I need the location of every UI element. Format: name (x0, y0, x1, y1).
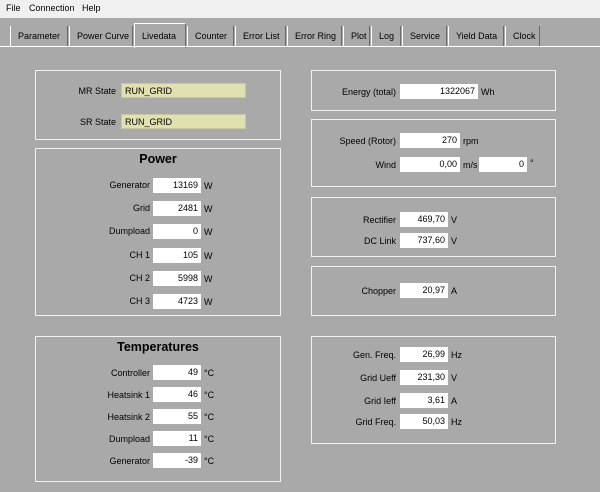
dumpload-power-label: Dumpload (108, 226, 150, 236)
grid-freq-unit: Hz (451, 417, 462, 427)
state-panel: MR State RUN_GRID SR State RUN_GRID (35, 70, 281, 140)
chopper-label: Chopper (361, 286, 396, 296)
tab-counter[interactable]: Counter (187, 26, 234, 46)
grid-ueff-label: Grid Ueff (360, 373, 396, 383)
grid-ueff-value: 231,30 (400, 370, 448, 385)
power-panel: Power Generator 13169 W Grid 2481 W Dump… (35, 148, 281, 316)
grid-power-label: Grid (132, 203, 150, 213)
ch1-power-value: 105 (153, 248, 201, 263)
ch3-power-label: CH 3 (129, 296, 150, 306)
dumpload-temp-value: 11 (153, 431, 201, 446)
controller-temp-value: 49 (153, 365, 201, 380)
generator-power-unit: W (204, 181, 213, 191)
menu-bar: File Connection Help (0, 0, 600, 19)
mr-state-field: RUN_GRID (121, 83, 246, 98)
tab-clock[interactable]: Clock (505, 26, 540, 46)
wind-value: 0,00 (400, 157, 460, 172)
heatsink1-temp-value: 46 (153, 387, 201, 402)
temperatures-panel: Temperatures Controller 49 °C Heatsink 1… (35, 336, 281, 482)
sr-state-label: SR State (79, 117, 116, 127)
controller-temp-label: Controller (110, 368, 150, 378)
ch3-power-unit: W (204, 297, 213, 307)
power-title: Power (139, 152, 177, 166)
tab-error-list[interactable]: Error List (235, 26, 286, 46)
dumpload-power-unit: W (204, 227, 213, 237)
grid-ueff-unit: V (451, 373, 458, 383)
gen-freq-label: Gen. Freq. (352, 350, 396, 360)
heatsink1-temp-label: Heatsink 1 (107, 390, 150, 400)
tab-bar: Parameter Power Curve Livedata Counter E… (0, 18, 600, 48)
gen-freq-unit: Hz (451, 350, 462, 360)
heatsink2-temp-value: 55 (153, 409, 201, 424)
ch2-power-unit: W (204, 274, 213, 284)
tab-service[interactable]: Service (402, 26, 447, 46)
generator-temp-value: -39 (153, 453, 201, 468)
speed-panel: Speed (Rotor) 270 rpm Wind 0,00 m/s 0 ° (311, 119, 556, 187)
grid-freq-value: 50,03 (400, 414, 448, 429)
menu-file[interactable]: File (6, 3, 21, 13)
tab-error-ring[interactable]: Error Ring (287, 26, 342, 46)
generator-temp-unit: °C (204, 456, 215, 466)
grid-ieff-label: Grid Ieff (364, 396, 396, 406)
ch1-power-unit: W (204, 251, 213, 261)
dc-link-value: 737,60 (400, 233, 448, 248)
tab-yield-data[interactable]: Yield Data (448, 26, 504, 46)
menu-help[interactable]: Help (82, 3, 101, 13)
rectifier-label: Rectifier (362, 215, 396, 225)
heatsink2-temp-label: Heatsink 2 (107, 412, 150, 422)
generator-power-value: 13169 (153, 178, 201, 193)
chopper-panel: Chopper 20,97 A (311, 266, 556, 316)
chopper-unit: A (451, 286, 458, 296)
grid-power-value: 2481 (153, 201, 201, 216)
grid-panel: Gen. Freq. 26,99 Hz Grid Ueff 231,30 V G… (311, 336, 556, 444)
wind-direction-unit: ° (530, 158, 534, 168)
ch3-power-value: 4723 (153, 294, 201, 309)
ch2-power-label: CH 2 (129, 273, 150, 283)
generator-power-label: Generator (109, 180, 150, 190)
energy-label: Energy (total) (341, 87, 396, 97)
tab-log[interactable]: Log (371, 26, 401, 46)
tab-parameter[interactable]: Parameter (10, 26, 68, 46)
grid-power-unit: W (204, 204, 213, 214)
energy-panel: Energy (total) 1322067 Wh (311, 70, 556, 111)
grid-freq-label: Grid Freq. (355, 417, 396, 427)
ch2-power-value: 5998 (153, 271, 201, 286)
mr-state-label: MR State (78, 86, 116, 96)
wind-direction-value: 0 (479, 157, 527, 172)
heatsink2-temp-unit: °C (204, 412, 215, 422)
dc-link-unit: V (451, 236, 458, 246)
tab-plot[interactable]: Plot (343, 26, 370, 46)
wind-label: Wind (375, 160, 396, 170)
rotor-speed-unit: rpm (463, 136, 479, 146)
rectifier-value: 469,70 (400, 212, 448, 227)
grid-ieff-value: 3,61 (400, 393, 448, 408)
heatsink1-temp-unit: °C (204, 390, 215, 400)
sr-state-field: RUN_GRID (121, 114, 246, 129)
menu-connection[interactable]: Connection (29, 3, 75, 13)
gen-freq-value: 26,99 (400, 347, 448, 362)
wind-unit: m/s (463, 160, 478, 170)
dumpload-temp-label: Dumpload (108, 434, 150, 444)
dc-panel: Rectifier 469,70 V DC Link 737,60 V (311, 197, 556, 257)
dumpload-temp-unit: °C (204, 434, 215, 444)
temperatures-title: Temperatures (117, 340, 199, 354)
rectifier-unit: V (451, 215, 458, 225)
controller-temp-unit: °C (204, 368, 215, 378)
tab-power-curve[interactable]: Power Curve (69, 26, 133, 46)
generator-temp-label: Generator (109, 456, 150, 466)
grid-ieff-unit: A (451, 396, 458, 406)
tab-divider (0, 46, 600, 47)
rotor-speed-value: 270 (400, 133, 460, 148)
ch1-power-label: CH 1 (129, 250, 150, 260)
chopper-value: 20,97 (400, 283, 448, 298)
tab-livedata[interactable]: Livedata (134, 23, 186, 48)
energy-value: 1322067 (400, 84, 478, 99)
energy-unit: Wh (481, 87, 495, 97)
dc-link-label: DC Link (363, 236, 396, 246)
rotor-speed-label: Speed (Rotor) (339, 136, 396, 146)
dumpload-power-value: 0 (153, 224, 201, 239)
